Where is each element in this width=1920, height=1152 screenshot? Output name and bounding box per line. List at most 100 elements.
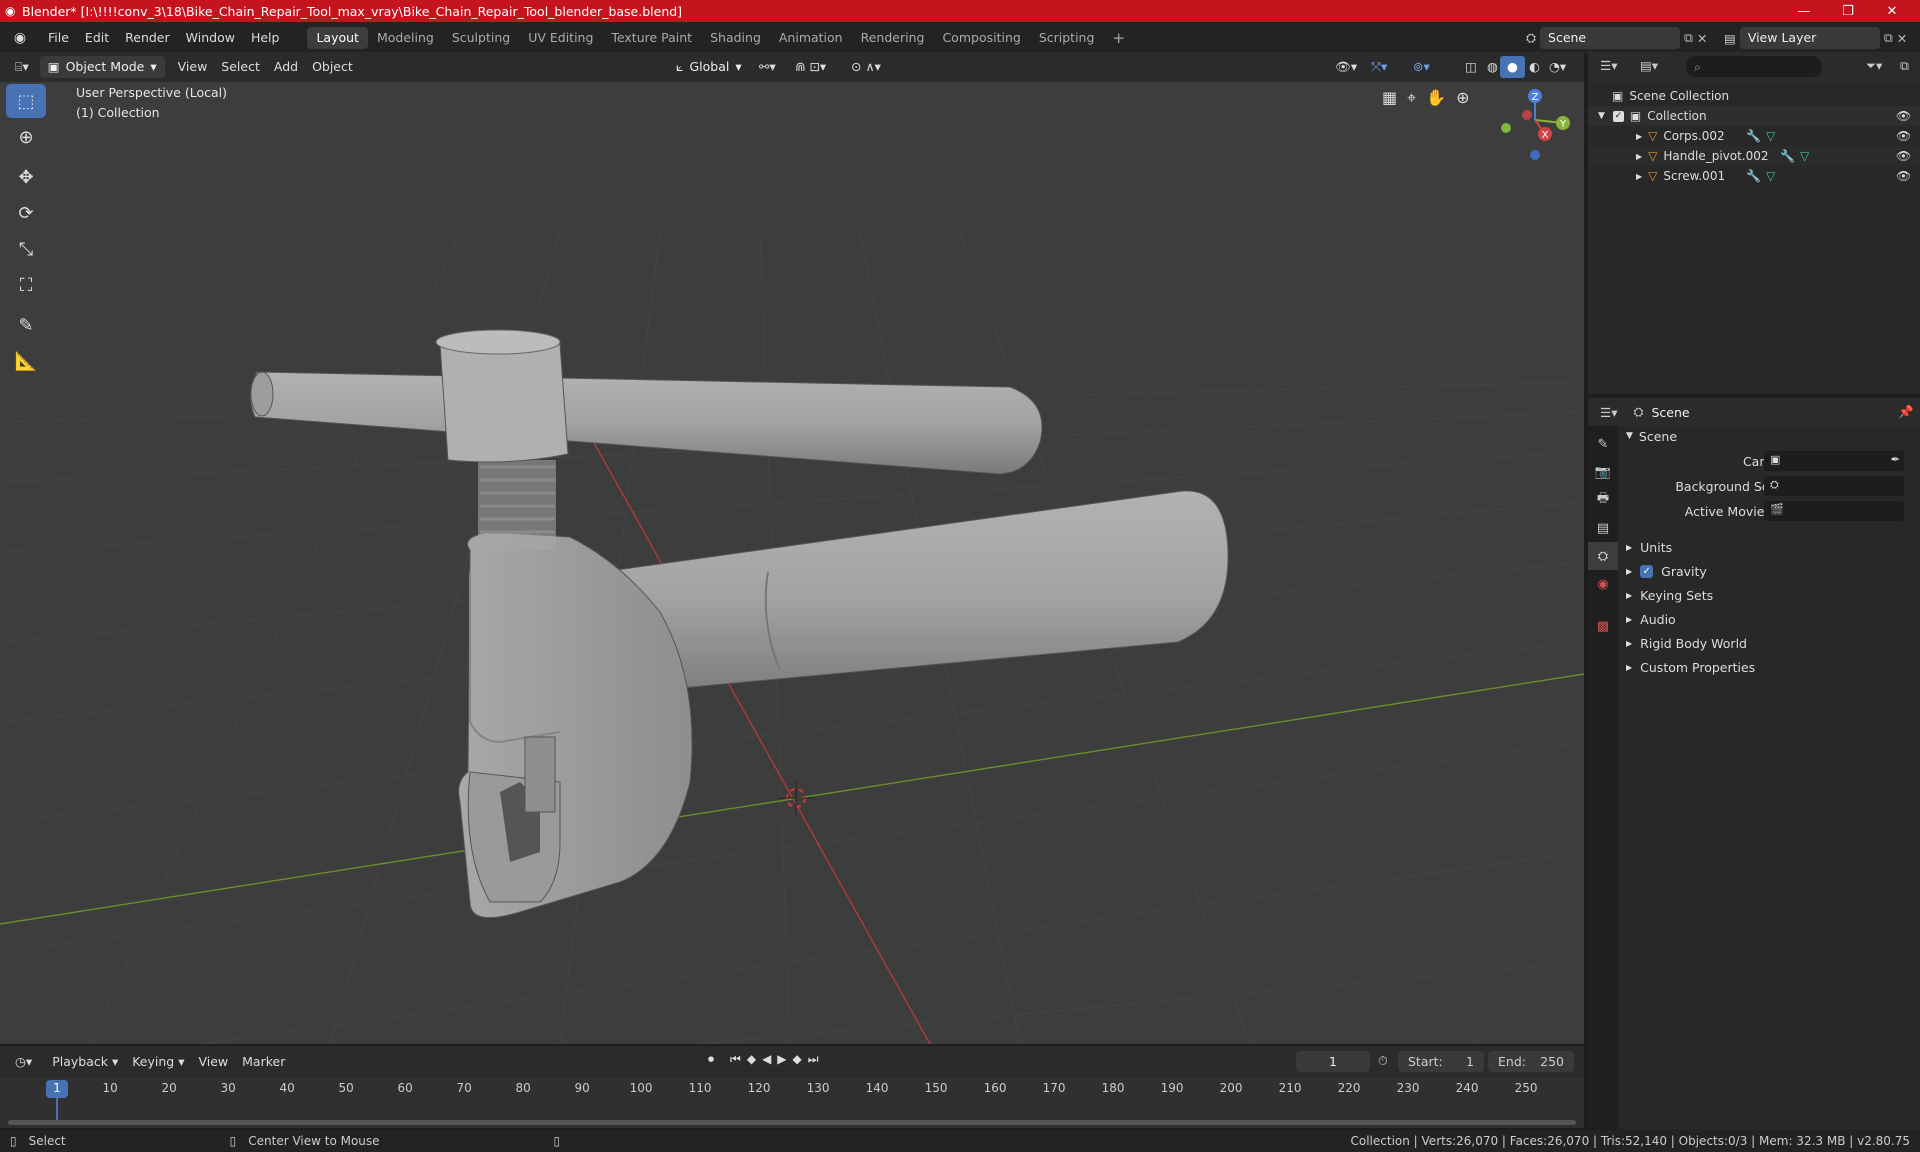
mode-selector[interactable]: ▣ Object Mode ▾ (39, 56, 165, 78)
current-frame-field[interactable]: 1 (1296, 1051, 1370, 1072)
modifier-wrench-icon[interactable]: 🔧 (1746, 129, 1761, 143)
editor-type-icon[interactable]: ⌸▾ (8, 56, 36, 78)
menu-add[interactable]: Add (267, 56, 305, 78)
rendered-shading-icon[interactable]: ◔▾ (1542, 56, 1573, 78)
play-reverse-icon[interactable]: ◀ (762, 1052, 771, 1067)
visibility-eye-icon[interactable]: 👁 (1896, 129, 1911, 143)
gizmo-toggle-icon[interactable]: ⤧▾ (1364, 56, 1394, 78)
navigation-gizmo[interactable]: Z Y X (1501, 89, 1570, 160)
menu-select[interactable]: Select (214, 56, 267, 78)
blender-menu-icon[interactable]: ◉ (0, 30, 40, 46)
menu-file[interactable]: File (40, 22, 77, 54)
display-mode-icon[interactable]: ▤▾ (1640, 58, 1658, 73)
menu-playback[interactable]: Playback ▾ (45, 1051, 125, 1073)
camera-view-icon[interactable]: ⌖ (1407, 88, 1416, 108)
timeline-area[interactable]: 1 10 20 30 40 50 60 70 80 90 100 110 120 130 140 150 160… (0, 1078, 1584, 1128)
collapse-arrow-icon[interactable]: ▼ (1598, 111, 1605, 121)
tab-modeling[interactable]: Modeling (368, 27, 443, 49)
proportional-edit-icon[interactable]: ⊙ ∧▾ (844, 56, 888, 78)
mesh-data-icon[interactable]: ▽ (1766, 129, 1775, 143)
custom-properties-panel-header[interactable]: ▶ Custom Properties (1618, 655, 1920, 679)
timeline-scrollbar[interactable] (8, 1120, 1576, 1125)
tab-sculpting[interactable]: Sculpting (443, 27, 519, 49)
menu-keying[interactable]: Keying ▾ (125, 1051, 191, 1073)
move-tool-icon[interactable]: ✥ (6, 160, 46, 194)
gravity-panel-header[interactable]: ▶ ✓ Gravity (1618, 559, 1920, 583)
active-movie-clip-field[interactable]: 🎬 (1764, 501, 1904, 521)
annotate-tool-icon[interactable]: ✎ (6, 308, 46, 342)
visibility-eye-icon[interactable]: 👁 (1896, 169, 1911, 183)
filter-icon[interactable]: ⏷▾ (1866, 58, 1882, 74)
add-workspace-icon[interactable]: + (1103, 27, 1134, 49)
scene-tab-icon[interactable]: ⛭ (1588, 542, 1618, 570)
scale-tool-icon[interactable]: ⤡ (6, 232, 46, 266)
properties-editor-icon[interactable]: ☰▾ (1600, 405, 1617, 420)
scene-field[interactable]: Scene (1540, 27, 1681, 49)
expand-arrow-icon[interactable]: ▶ (1636, 132, 1642, 141)
render-tab-icon[interactable]: 📷 (1588, 458, 1618, 486)
outliner-row-object[interactable]: ▶ ▽ Corps.002 🔧 ▽ 👁 (1588, 126, 1920, 146)
pivot-icon[interactable]: ⚯▾ (752, 56, 783, 78)
measure-tool-icon[interactable]: 📐 (6, 344, 46, 378)
view-layer-icon[interactable]: ▤ (1724, 31, 1736, 46)
mesh-data-icon[interactable]: ▽ (1800, 149, 1809, 163)
cursor-tool-icon[interactable]: ⊕ (6, 120, 46, 154)
modifier-wrench-icon[interactable]: 🔧 (1780, 149, 1795, 163)
play-icon[interactable]: ▶ (777, 1052, 786, 1067)
world-tab-icon[interactable]: ◉ (1588, 570, 1618, 598)
background-scene-field[interactable]: ⛭ (1764, 476, 1904, 496)
scene-panel-header[interactable]: ▼ Scene (1618, 424, 1920, 448)
stopwatch-icon[interactable]: ⏱ (1378, 1053, 1388, 1069)
view-layer-tab-icon[interactable]: ▤ (1588, 514, 1618, 542)
keying-sets-panel-header[interactable]: ▶ Keying Sets (1618, 583, 1920, 607)
tab-compositing[interactable]: Compositing (933, 27, 1029, 49)
expand-arrow-icon[interactable]: ▶ (1636, 152, 1642, 161)
rigid-body-world-panel-header[interactable]: ▶ Rigid Body World (1618, 631, 1920, 655)
record-icon[interactable]: ⏺ (708, 1052, 714, 1067)
pin-icon[interactable]: 📌 (1898, 404, 1914, 420)
outliner-row-object[interactable]: ▶ ▽ Screw.001 🔧 ▽ 👁 (1588, 166, 1920, 186)
remove-scene-icon[interactable]: ✕ (1697, 31, 1707, 46)
grid-view-icon[interactable]: ▦ (1382, 88, 1397, 108)
eyedropper-icon[interactable]: ✒ (1891, 453, 1900, 466)
expand-arrow-icon[interactable]: ▶ (1636, 172, 1642, 181)
outliner-row-object[interactable]: ▶ ▽ Handle_pivot.002 🔧 ▽ 👁 (1588, 146, 1920, 166)
new-scene-icon[interactable]: ⧉ (1684, 30, 1693, 46)
outliner-search-input[interactable]: ⌕ (1686, 56, 1822, 77)
tab-uv-editing[interactable]: UV Editing (519, 27, 602, 49)
menu-timeline-view[interactable]: View (191, 1051, 235, 1073)
units-panel-header[interactable]: ▶ Units (1618, 535, 1920, 559)
view-layer-field[interactable]: View Layer (1739, 27, 1880, 49)
next-keyframe-icon[interactable]: ◆ (793, 1052, 802, 1067)
gravity-checkbox[interactable]: ✓ (1640, 564, 1654, 578)
tab-scripting[interactable]: Scripting (1030, 27, 1104, 49)
transform-tool-icon[interactable]: ⛶ (6, 268, 46, 302)
visibility-eye-icon[interactable]: 👁 (1896, 149, 1911, 163)
outliner-row-collection[interactable]: ▼ ✓ ▣ Collection 👁 (1588, 106, 1920, 126)
timeline-editor-icon[interactable]: ◷▾ (8, 1051, 39, 1073)
mesh-data-icon[interactable]: ▽ (1766, 169, 1775, 183)
texture-tab-icon[interactable]: ▩ (1588, 612, 1618, 640)
menu-window[interactable]: Window (178, 22, 243, 54)
overlays-icon[interactable]: ⊚▾ (1406, 56, 1437, 78)
pan-hand-icon[interactable]: ✋ (1426, 88, 1446, 108)
visibility-eye-icon[interactable]: 👁 (1896, 109, 1911, 123)
snap-icon[interactable]: ⋒ ⊡▾ (788, 56, 833, 78)
camera-field[interactable]: ▣ ✒ (1764, 451, 1904, 471)
end-frame-field[interactable]: End: 250 (1488, 1051, 1574, 1072)
zoom-icon[interactable]: ⊕ (1456, 88, 1469, 108)
jump-start-icon[interactable]: ⏮ (730, 1052, 741, 1067)
minimize-icon[interactable]: — (1782, 0, 1826, 22)
rotate-tool-icon[interactable]: ⟳ (6, 196, 46, 230)
modifier-wrench-icon[interactable]: 🔧 (1746, 169, 1761, 183)
outliner-editor-icon[interactable]: ☰▾ (1600, 58, 1617, 73)
maximize-icon[interactable]: ❐ (1826, 0, 1870, 22)
new-collection-icon[interactable]: ⧉ (1900, 58, 1909, 74)
menu-edit[interactable]: Edit (77, 22, 117, 54)
menu-render[interactable]: Render (117, 22, 178, 54)
outliner-row-scene-collection[interactable]: ▣ Scene Collection (1588, 86, 1920, 106)
tool-tab-icon[interactable]: ✎ (1588, 430, 1618, 458)
collection-checkbox[interactable]: ✓ (1612, 110, 1624, 122)
prev-keyframe-icon[interactable]: ◆ (747, 1052, 756, 1067)
transform-orientation[interactable]: ⟀ Global ▾ (668, 56, 750, 78)
